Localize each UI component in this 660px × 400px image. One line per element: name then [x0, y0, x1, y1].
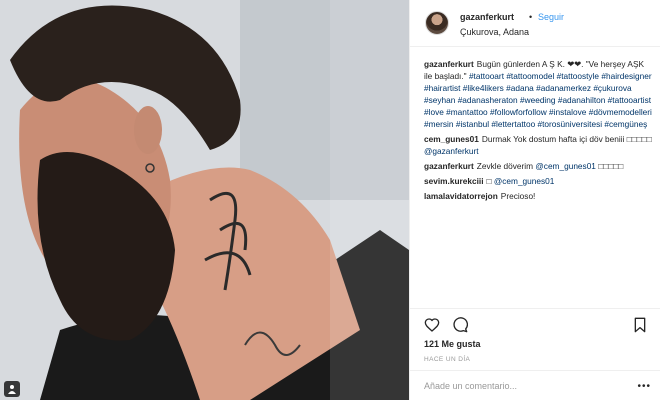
location-link[interactable]: Çukurova, Adana	[460, 27, 529, 37]
likes-count[interactable]: 121 Me gusta	[424, 339, 481, 349]
person-icon[interactable]	[4, 381, 20, 397]
heart-icon[interactable]	[424, 317, 440, 333]
hashtag-link[interactable]: #tattoomodel	[506, 71, 554, 81]
header-separator: •	[529, 12, 533, 22]
follow-button[interactable]: Seguir	[538, 12, 564, 22]
hashtag-link[interactable]: #çukurova	[593, 83, 631, 93]
comment-item: sevim.kurekciii □ @cem_gunes01	[424, 175, 652, 187]
post-photo	[0, 0, 409, 400]
comment-item: cem_gunes01 Durmak Yok dostum hafta içi d…	[424, 133, 652, 157]
hashtag-link[interactable]: #seyhan	[424, 95, 455, 105]
comment-text: Zevkle döverim	[476, 161, 534, 171]
comment-username[interactable]: gazanferkurt	[424, 161, 474, 171]
comments-list: gazanferkurt Bugün günlerden A Ş K. ❤❤. "…	[424, 58, 652, 303]
hashtag-link[interactable]: #istanbul	[456, 119, 489, 129]
hashtag-link[interactable]: #tattooartist	[608, 95, 651, 105]
hashtag-link[interactable]: #tattoostyle	[557, 71, 599, 81]
post-time[interactable]: HACE UN DÍA	[424, 356, 470, 363]
hashtag-link[interactable]: #hairartist	[424, 83, 460, 93]
hashtag-link[interactable]: #like4likers	[463, 83, 504, 93]
comment-text: Precioso!	[500, 191, 536, 201]
hashtag-link[interactable]: #adanamerkez	[536, 83, 591, 93]
hashtag-link[interactable]: #hairdesigner	[601, 71, 651, 81]
comment-mention[interactable]: @cem_gunes01	[535, 161, 596, 171]
comment-text: □	[486, 176, 492, 186]
comment-mention[interactable]: @cem_gunes01	[494, 176, 555, 186]
bookmark-icon[interactable]	[632, 317, 648, 333]
caption: gazanferkurt Bugün günlerden A Ş K. ❤❤. "…	[424, 58, 652, 130]
comment-suffix: □□□□□	[598, 161, 624, 171]
hashtag-link[interactable]: #followforfollow	[490, 107, 547, 117]
comment-icon[interactable]	[452, 317, 468, 333]
photo-illustration	[0, 0, 409, 400]
avatar[interactable]	[425, 11, 449, 35]
add-comment-bar: •••	[410, 370, 660, 400]
more-options-icon[interactable]: •••	[637, 381, 651, 392]
header-username[interactable]: gazanferkurt	[460, 12, 514, 22]
hashtag-link[interactable]: #weeding	[520, 95, 556, 105]
post-header: gazanferkurt • Seguir Çukurova, Adana	[410, 0, 660, 47]
comment-item: lamalavidatorrejon Precioso!	[424, 190, 652, 202]
comment-mention[interactable]: @gazanferkurt	[424, 146, 479, 156]
hashtag-link[interactable]: #instalove	[549, 107, 586, 117]
comment-input[interactable]	[424, 379, 624, 393]
comment-username[interactable]: cem_gunes01	[424, 134, 479, 144]
comment-item: gazanferkurt Zevkle döverim @cem_gunes01 …	[424, 160, 652, 172]
comment-username[interactable]: sevim.kurekciii	[424, 176, 484, 186]
comment-text: Durmak Yok dostum hafta içi döv beniii □…	[481, 134, 652, 144]
hashtag-link[interactable]: #tattooart	[469, 71, 504, 81]
post-sidebar: gazanferkurt • Seguir Çukurova, Adana ga…	[409, 0, 660, 400]
hashtag-link[interactable]: #adanahilton	[558, 95, 606, 105]
hashtag-link[interactable]: #mantattoo	[446, 107, 488, 117]
caption-username[interactable]: gazanferkurt	[424, 59, 474, 69]
hashtag-link[interactable]: #torosüniversitesi	[538, 119, 603, 129]
hashtag-link[interactable]: #love	[424, 107, 444, 117]
hashtag-link[interactable]: #mersin	[424, 119, 454, 129]
action-bar	[410, 308, 660, 338]
hashtag-link[interactable]: #adana	[506, 83, 534, 93]
comment-username[interactable]: lamalavidatorrejon	[424, 191, 498, 201]
hashtag-link[interactable]: #dövmemodelleri	[589, 107, 652, 117]
hashtag-link[interactable]: #cemgüneş	[604, 119, 647, 129]
hashtag-link[interactable]: #lettertattoo	[491, 119, 535, 129]
hashtag-link[interactable]: #adanasheraton	[458, 95, 518, 105]
